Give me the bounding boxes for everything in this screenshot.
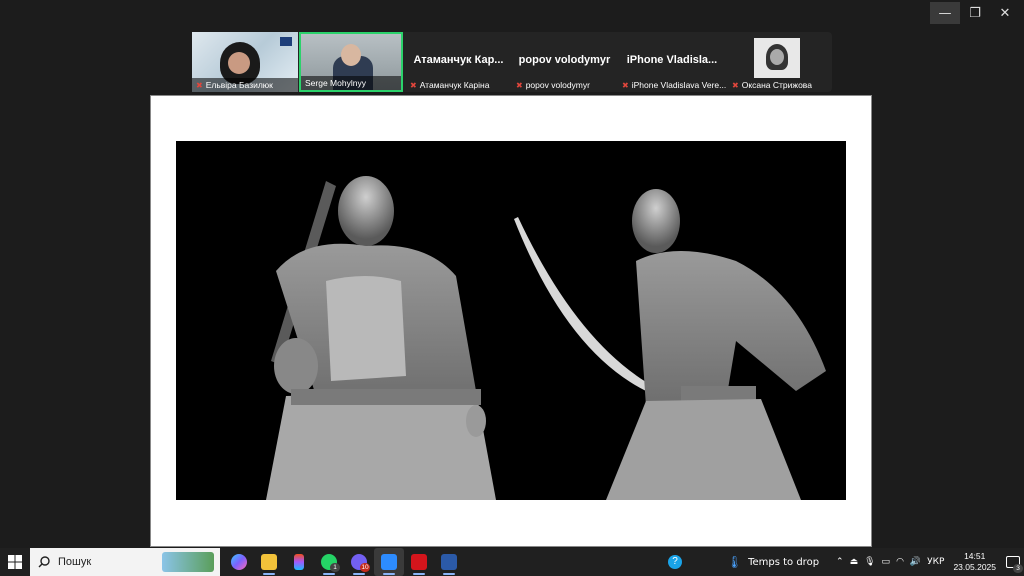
participant-tile[interactable]: Атаманчук Кар... ✖ Атаманчук Каріна <box>406 32 511 92</box>
battery-icon[interactable]: ▭ <box>882 557 891 567</box>
microphone-icon[interactable]: 🎙 <box>864 557 875 567</box>
help-icon[interactable]: ? <box>660 548 690 576</box>
face <box>341 44 361 66</box>
figma-icon[interactable] <box>284 548 314 576</box>
shared-screen <box>150 95 872 547</box>
clock[interactable]: 14:51 23.05.2025 <box>953 551 996 573</box>
close-button[interactable]: ✕ <box>990 2 1020 24</box>
participant-name: Ельвіра Базилюк <box>205 80 273 90</box>
acrobat-icon[interactable] <box>404 548 434 576</box>
participant-display-name: iPhone Vladisla... <box>626 54 718 66</box>
viber-badge: 10 <box>360 563 370 572</box>
taskbar-search[interactable]: Пошук <box>30 548 220 576</box>
system-tray: 🌡 Temps to drop ⌃ ⏏ 🎙 ▭ ◠ 🔊 УКР 14:51 23… <box>724 548 1024 576</box>
copilot-icon[interactable] <box>224 548 254 576</box>
participant-tile-active-speaker[interactable]: Serge Mohylnyy <box>299 32 403 92</box>
whatsapp-icon[interactable]: 1 <box>314 548 344 576</box>
volume-icon[interactable]: 🔊 <box>910 557 921 567</box>
participant-name: popov volodymyr <box>525 80 590 90</box>
participant-strip: ✖ Ельвіра Базилюк Serge Mohylnyy Атаманчу… <box>192 32 832 92</box>
participant-display-name: popov volodymyr <box>518 54 611 66</box>
window-controls: — ❐ ✕ <box>930 2 1020 24</box>
whatsapp-badge: 1 <box>330 563 340 572</box>
word-icon[interactable] <box>434 548 464 576</box>
search-highlight-image <box>162 552 214 572</box>
notification-count: 3 <box>1013 564 1023 573</box>
wifi-icon[interactable]: ◠ <box>896 557 904 567</box>
mic-muted-icon: ✖ <box>516 81 523 90</box>
participant-photo <box>754 38 800 78</box>
participant-tile[interactable]: popov volodymyr ✖ popov volodymyr <box>512 32 617 92</box>
mic-muted-icon: ✖ <box>732 81 739 90</box>
file-explorer-icon[interactable] <box>254 548 284 576</box>
thermometer-icon: 🌡 <box>726 555 743 569</box>
search-icon <box>38 556 50 568</box>
participant-tile[interactable]: iPhone Vladisla... ✖ iPhone Vladislava Ve… <box>618 32 726 92</box>
mic-muted-icon: ✖ <box>410 81 417 90</box>
participant-name: iPhone Vladislava Vere... <box>631 80 726 90</box>
notification-icon[interactable]: 3 <box>1002 548 1024 576</box>
weather-text[interactable]: Temps to drop <box>748 557 819 568</box>
usb-icon[interactable]: ⏏ <box>850 557 859 567</box>
participant-name: Serge Mohylnyy <box>305 78 366 88</box>
participant-name: Атаманчук Каріна <box>419 80 490 90</box>
start-button[interactable] <box>0 548 30 576</box>
pinned-apps: 1 10 <box>224 548 464 576</box>
face <box>228 52 250 74</box>
cossack-sculpture-render <box>266 176 826 500</box>
language-indicator[interactable]: УКР <box>927 557 944 567</box>
chevron-up-icon[interactable]: ⌃ <box>836 557 844 567</box>
search-placeholder: Пошук <box>58 556 92 568</box>
clock-time: 14:51 <box>964 551 986 561</box>
mic-muted-icon: ✖ <box>196 81 203 90</box>
participant-tile[interactable]: ✖ Ельвіра Базилюк <box>192 32 298 92</box>
logo-icon <box>280 37 292 46</box>
clock-date: 23.05.2025 <box>953 562 996 572</box>
shared-artwork-image <box>176 141 846 500</box>
windows-logo-icon <box>8 555 22 569</box>
participant-tile[interactable]: ✖ Оксана Стрижова <box>728 32 832 92</box>
restore-button[interactable]: ❐ <box>960 2 990 24</box>
minimize-button[interactable]: — <box>930 2 960 24</box>
participant-name: Оксана Стрижова <box>741 80 812 90</box>
mic-muted-icon: ✖ <box>622 81 629 90</box>
viber-icon[interactable]: 10 <box>344 548 374 576</box>
zoom-icon[interactable] <box>374 548 404 576</box>
taskbar: Пошук 1 10 ? 🌡 Temps to drop ⌃ ⏏ 🎙 ▭ ◠ 🔊… <box>0 548 1024 576</box>
participant-display-name: Атаманчук Кар... <box>413 54 504 66</box>
